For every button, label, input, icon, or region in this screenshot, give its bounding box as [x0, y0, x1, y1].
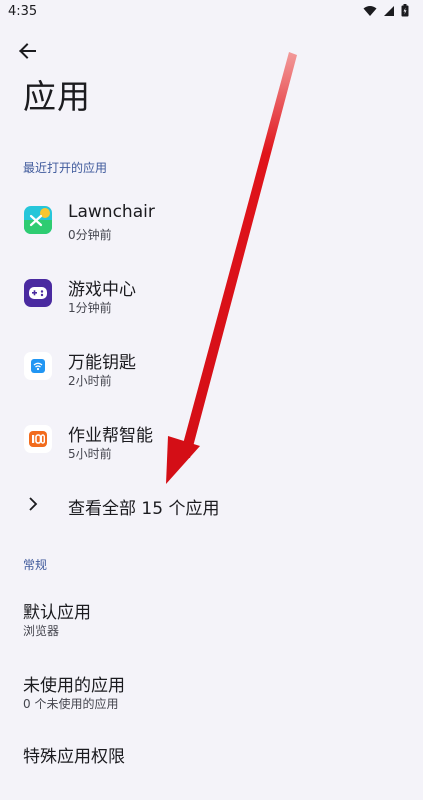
- recent-apps-header: 最近打开的应用: [23, 161, 108, 175]
- chevron-right-icon: [29, 497, 38, 511]
- page-title: 应用: [23, 77, 91, 116]
- lawnchair-app-icon: [24, 206, 52, 234]
- back-button[interactable]: [14, 38, 40, 64]
- status-time: 4:35: [8, 4, 38, 19]
- app-last-used: 5小时前: [68, 447, 112, 461]
- recent-app-game-center[interactable]: 游戏中心 1分钟前: [0, 259, 423, 331]
- setting-title: 特殊应用权限: [23, 747, 125, 767]
- zuoyebang-app-icon: [24, 425, 52, 453]
- app-last-used: 0分钟前: [68, 228, 112, 242]
- app-name: Lawnchair: [68, 202, 155, 222]
- back-arrow-icon: [19, 43, 36, 59]
- setting-title: 未使用的应用: [23, 676, 125, 696]
- setting-subtitle: 0 个未使用的应用: [23, 697, 119, 711]
- app-last-used: 2小时前: [68, 374, 112, 388]
- recent-app-zuoyebang[interactable]: 作业帮智能 5小时前: [0, 405, 423, 477]
- special-app-access-setting[interactable]: 特殊应用权限: [0, 730, 423, 800]
- app-name: 万能钥匙: [68, 353, 136, 373]
- signal-icon: [384, 5, 394, 16]
- app-last-used: 1分钟前: [68, 301, 112, 315]
- setting-title: 默认应用: [23, 603, 91, 623]
- unused-apps-setting[interactable]: 未使用的应用 0 个未使用的应用: [0, 657, 423, 727]
- app-name: 游戏中心: [68, 280, 136, 300]
- general-header: 常规: [23, 558, 48, 572]
- battery-icon: [401, 4, 409, 17]
- view-all-apps-button[interactable]: 查看全部 15 个应用: [0, 480, 423, 530]
- view-all-apps-label: 查看全部 15 个应用: [68, 499, 220, 519]
- status-bar: 4:35: [0, 0, 423, 24]
- status-icons: [363, 4, 409, 17]
- setting-subtitle: 浏览器: [23, 624, 60, 638]
- recent-app-lawnchair[interactable]: Lawnchair 0分钟前: [0, 186, 423, 258]
- app-name: 作业帮智能: [68, 426, 153, 446]
- recent-app-master-key[interactable]: 万能钥匙 2小时前: [0, 332, 423, 404]
- master-key-app-icon: [24, 352, 52, 380]
- wifi-icon: [363, 5, 377, 16]
- default-apps-setting[interactable]: 默认应用 浏览器: [0, 584, 423, 654]
- game-center-app-icon: [24, 279, 52, 307]
